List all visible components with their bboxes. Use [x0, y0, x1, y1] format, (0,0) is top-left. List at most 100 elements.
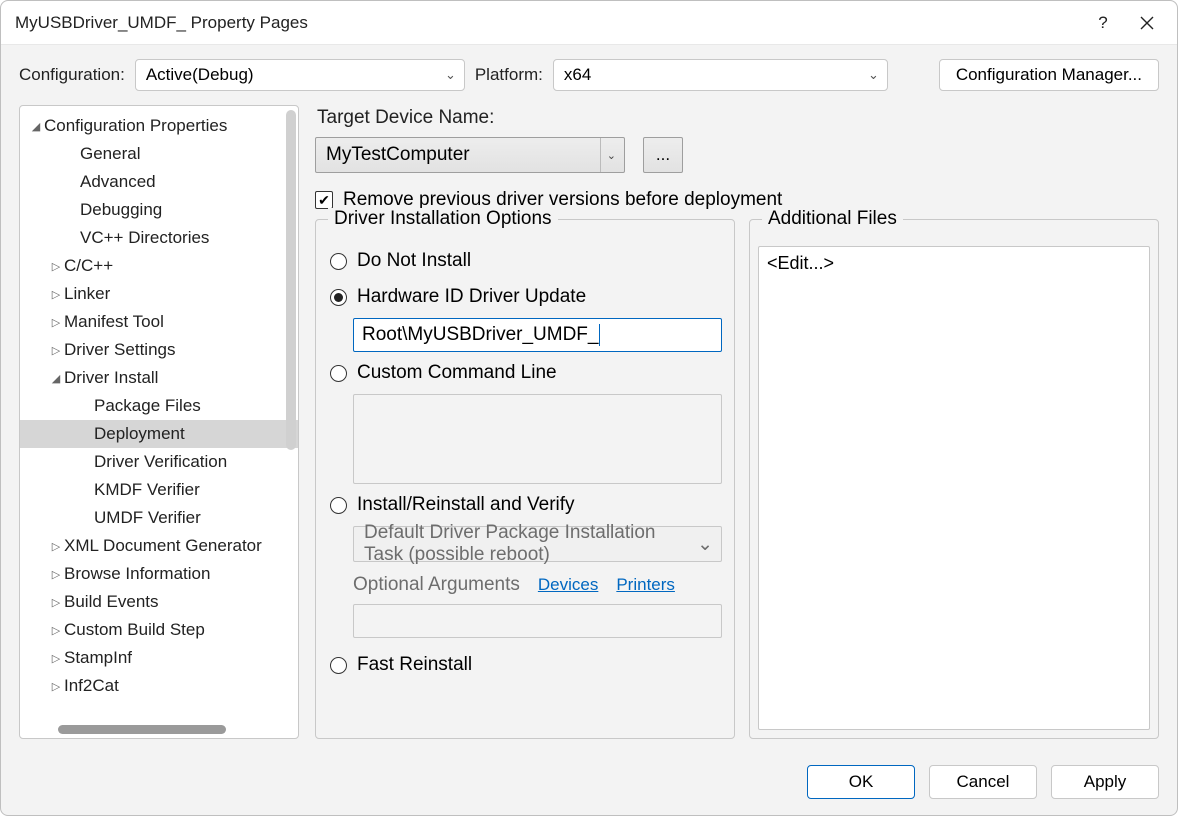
- remove-previous-row[interactable]: ✔ Remove previous driver versions before…: [315, 181, 1159, 211]
- optional-arguments-label: Optional Arguments: [353, 574, 520, 596]
- config-toolbar: Configuration: Active(Debug) ⌄ Platform:…: [1, 45, 1177, 101]
- tree-item-label: C/C++: [64, 256, 113, 276]
- tree-item-label: Build Events: [64, 592, 159, 612]
- text-caret: [599, 324, 600, 346]
- close-icon: [1140, 16, 1154, 30]
- window-title: MyUSBDriver_UMDF_ Property Pages: [15, 13, 308, 33]
- dialog-body: ◢Configuration Properties General Advanced…: [1, 101, 1177, 753]
- radio-icon: [330, 497, 347, 514]
- tree-item[interactable]: ▷XML Document Generator: [20, 532, 298, 560]
- browse-device-button[interactable]: ...: [643, 137, 683, 173]
- radio-icon: [330, 657, 347, 674]
- chevron-down-icon: ⌄: [445, 67, 456, 83]
- tree-item[interactable]: ◢Driver Install: [20, 364, 298, 392]
- expander-icon: ▷: [48, 540, 64, 553]
- chevron-down-icon: ⌄: [868, 67, 879, 83]
- install-task-combo[interactable]: Default Driver Package Installation Task…: [353, 526, 722, 562]
- expander-icon: ▷: [48, 260, 64, 273]
- tree-item[interactable]: Advanced: [20, 168, 298, 196]
- tree-item[interactable]: ▷Manifest Tool: [20, 308, 298, 336]
- target-device-combo[interactable]: MyTestComputer ⌄: [315, 137, 625, 173]
- driver-install-options-legend: Driver Installation Options: [328, 208, 558, 230]
- ok-button[interactable]: OK: [807, 765, 915, 799]
- option-do-not-install[interactable]: Do Not Install: [330, 246, 722, 276]
- tree-item-label: UMDF Verifier: [94, 508, 201, 528]
- hardware-id-input[interactable]: Root\MyUSBDriver_UMDF_: [353, 318, 722, 352]
- target-device-label: Target Device Name:: [315, 105, 1159, 129]
- tree-item[interactable]: UMDF Verifier: [20, 504, 298, 532]
- expander-icon: ▷: [48, 568, 64, 581]
- additional-files-group: Additional Files <Edit...>: [749, 219, 1159, 739]
- expander-icon: ▷: [48, 344, 64, 357]
- tree-item[interactable]: KMDF Verifier: [20, 476, 298, 504]
- option-hardware-id-update[interactable]: Hardware ID Driver Update: [330, 282, 722, 312]
- tree-item-label: Driver Verification: [94, 452, 227, 472]
- tree-item[interactable]: ▷Browse Information: [20, 560, 298, 588]
- expander-icon: ▷: [48, 680, 64, 693]
- radio-icon: [330, 365, 347, 382]
- dialog-footer: OK Cancel Apply: [1, 753, 1177, 815]
- expander-icon: ▷: [48, 624, 64, 637]
- configuration-combo[interactable]: Active(Debug) ⌄: [135, 59, 465, 91]
- property-pages-window: MyUSBDriver_UMDF_ Property Pages ? Confi…: [0, 0, 1178, 816]
- tree-item[interactable]: Package Files: [20, 392, 298, 420]
- tree-item[interactable]: ▷Driver Settings: [20, 336, 298, 364]
- platform-value: x64: [564, 65, 591, 85]
- cancel-button[interactable]: Cancel: [929, 765, 1037, 799]
- tree-item[interactable]: Deployment: [20, 420, 298, 448]
- tree-item[interactable]: Debugging: [20, 196, 298, 224]
- tree-item[interactable]: VC++ Directories: [20, 224, 298, 252]
- expander-icon: ▷: [48, 288, 64, 301]
- tree-item-label: KMDF Verifier: [94, 480, 200, 500]
- tree-item-label: XML Document Generator: [64, 536, 262, 556]
- expander-icon: ▷: [48, 316, 64, 329]
- tree-item[interactable]: General: [20, 140, 298, 168]
- help-button[interactable]: ?: [1081, 7, 1125, 39]
- remove-previous-checkbox[interactable]: ✔: [315, 191, 333, 209]
- expander-icon: ▷: [48, 652, 64, 665]
- chevron-down-icon: ⌄: [600, 138, 616, 172]
- tree-item-label: Linker: [64, 284, 110, 304]
- custom-command-line-input[interactable]: [353, 394, 722, 484]
- title-bar: MyUSBDriver_UMDF_ Property Pages ?: [1, 1, 1177, 45]
- option-fast-reinstall[interactable]: Fast Reinstall: [330, 644, 722, 680]
- tree-item-label: Deployment: [94, 424, 185, 444]
- deployment-panel: Target Device Name: MyTestComputer ⌄ ...…: [315, 105, 1159, 739]
- tree-item-label: General: [80, 144, 140, 164]
- radio-icon: [330, 253, 347, 270]
- option-custom-command-line[interactable]: Custom Command Line: [330, 358, 722, 388]
- tree-item[interactable]: ▷Build Events: [20, 588, 298, 616]
- configuration-manager-button[interactable]: Configuration Manager...: [939, 59, 1159, 91]
- additional-files-legend: Additional Files: [762, 208, 903, 230]
- platform-label: Platform:: [475, 65, 543, 85]
- printers-link[interactable]: Printers: [616, 575, 675, 595]
- additional-files-edit[interactable]: <Edit...>: [758, 246, 1150, 730]
- tree-item-label: Debugging: [80, 200, 162, 220]
- tree-horizontal-scrollbar[interactable]: [58, 725, 226, 734]
- property-tree[interactable]: ◢Configuration Properties General Advanced…: [19, 105, 299, 739]
- optional-arguments-input[interactable]: [353, 604, 722, 638]
- tree-item-label: Browse Information: [64, 564, 210, 584]
- expander-icon: ◢: [28, 120, 44, 133]
- devices-link[interactable]: Devices: [538, 575, 598, 595]
- tree-item-label: StampInf: [64, 648, 132, 668]
- tree-item[interactable]: ▷Inf2Cat: [20, 672, 298, 700]
- configuration-label: Configuration:: [19, 65, 125, 85]
- expander-icon: ▷: [48, 596, 64, 609]
- tree-item-label: Inf2Cat: [64, 676, 119, 696]
- platform-combo[interactable]: x64 ⌄: [553, 59, 888, 91]
- tree-item-label: Driver Install: [64, 368, 158, 388]
- close-button[interactable]: [1125, 7, 1169, 39]
- tree-item[interactable]: ▷C/C++: [20, 252, 298, 280]
- tree-item-label: Driver Settings: [64, 340, 175, 360]
- tree-vertical-scrollbar[interactable]: [286, 110, 296, 450]
- radio-icon: [330, 289, 347, 306]
- apply-button[interactable]: Apply: [1051, 765, 1159, 799]
- chevron-down-icon: ⌄: [697, 533, 713, 556]
- option-install-reinstall-verify[interactable]: Install/Reinstall and Verify: [330, 490, 722, 520]
- tree-item[interactable]: ▷Linker: [20, 280, 298, 308]
- tree-item[interactable]: ▷StampInf: [20, 644, 298, 672]
- tree-item[interactable]: Driver Verification: [20, 448, 298, 476]
- tree-item[interactable]: ▷Custom Build Step: [20, 616, 298, 644]
- tree-root[interactable]: ◢Configuration Properties: [20, 112, 298, 140]
